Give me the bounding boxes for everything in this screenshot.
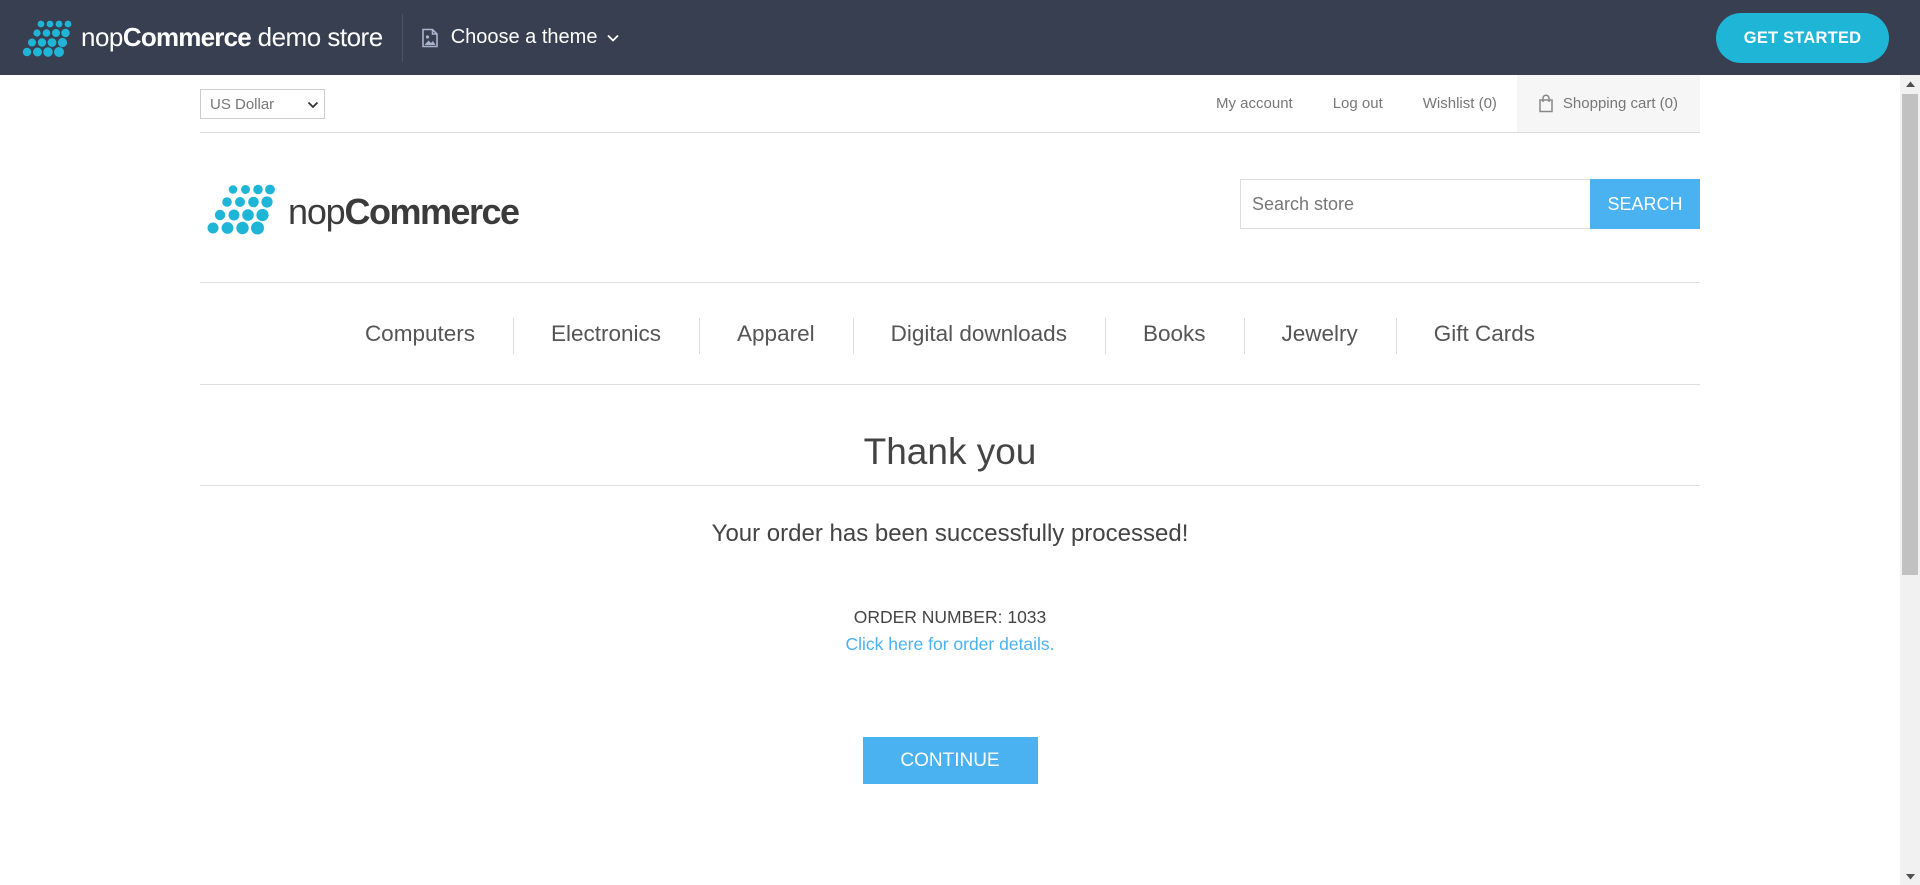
image-icon: [421, 28, 439, 48]
demo-brand-name: nopCommerce demo store: [81, 22, 383, 52]
continue-button[interactable]: CONTINUE: [862, 737, 1038, 784]
page-title-section: Thank you: [200, 385, 1700, 486]
demo-top-bar: nopCommerce demo store Choose a theme GE…: [0, 0, 1920, 75]
order-number: ORDER NUMBER: 1033: [853, 607, 1047, 627]
shopping-bag-icon: [1538, 94, 1554, 113]
search-input[interactable]: [1240, 179, 1590, 229]
menu-item-jewelry[interactable]: Jewelry: [1243, 317, 1396, 354]
chevron-down-icon: [607, 34, 620, 42]
get-started-button[interactable]: GET STARTED: [1716, 13, 1889, 63]
menu-item-apparel[interactable]: Apparel: [699, 317, 853, 354]
log-out-link[interactable]: Log out: [1313, 75, 1403, 132]
scroll-down-arrow-icon[interactable]: [1900, 868, 1920, 885]
menu-item-digital-downloads[interactable]: Digital downloads: [852, 317, 1105, 354]
menu-item-books[interactable]: Books: [1104, 317, 1244, 354]
top-menu: Computers Electronics Apparel Digital do…: [200, 283, 1700, 385]
choose-theme-label: Choose a theme: [450, 26, 598, 48]
store-logo-text: nopCommerce: [288, 190, 520, 232]
my-account-link[interactable]: My account: [1196, 75, 1313, 132]
scrollbar-thumb[interactable]: [1902, 94, 1918, 575]
order-success-message: Your order has been successfully process…: [711, 520, 1189, 547]
header-upper: US Dollar My account Log out Wishlist (0…: [200, 75, 1700, 133]
nopcommerce-dots-logo-icon: [20, 19, 72, 57]
scroll-up-arrow-icon[interactable]: [1900, 75, 1920, 92]
menu-item-computers[interactable]: Computers: [327, 321, 513, 347]
search-button[interactable]: SEARCH: [1590, 179, 1700, 229]
page-title: Thank you: [863, 431, 1037, 472]
shopping-cart-link[interactable]: Shopping cart (0): [1516, 75, 1700, 132]
order-completed-section: Your order has been successfully process…: [200, 519, 1700, 784]
header-lower: nopCommerce SEARCH: [200, 133, 1700, 283]
search-box: SEARCH: [1240, 179, 1700, 229]
page-scrollbar[interactable]: [1900, 75, 1920, 885]
choose-theme-dropdown[interactable]: Choose a theme: [421, 26, 620, 49]
order-details-link[interactable]: Click here for order details.: [845, 633, 1054, 655]
nopcommerce-dots-logo-icon: [204, 183, 276, 240]
menu-item-gift-cards[interactable]: Gift Cards: [1395, 317, 1573, 354]
demo-brand[interactable]: nopCommerce demo store: [0, 0, 402, 75]
store-page: US Dollar My account Log out Wishlist (0…: [200, 75, 1700, 784]
header-links: My account Log out Wishlist (0) Shopping…: [1196, 75, 1700, 132]
menu-item-electronics[interactable]: Electronics: [512, 317, 699, 354]
wishlist-link[interactable]: Wishlist (0): [1403, 75, 1517, 132]
shopping-cart-label: Shopping cart (0): [1562, 95, 1678, 112]
chevron-down-icon: [307, 98, 319, 115]
currency-selector[interactable]: US Dollar: [200, 89, 325, 119]
currency-value: US Dollar: [210, 95, 275, 113]
store-logo[interactable]: nopCommerce: [204, 183, 520, 240]
topbar-divider: [401, 13, 403, 62]
